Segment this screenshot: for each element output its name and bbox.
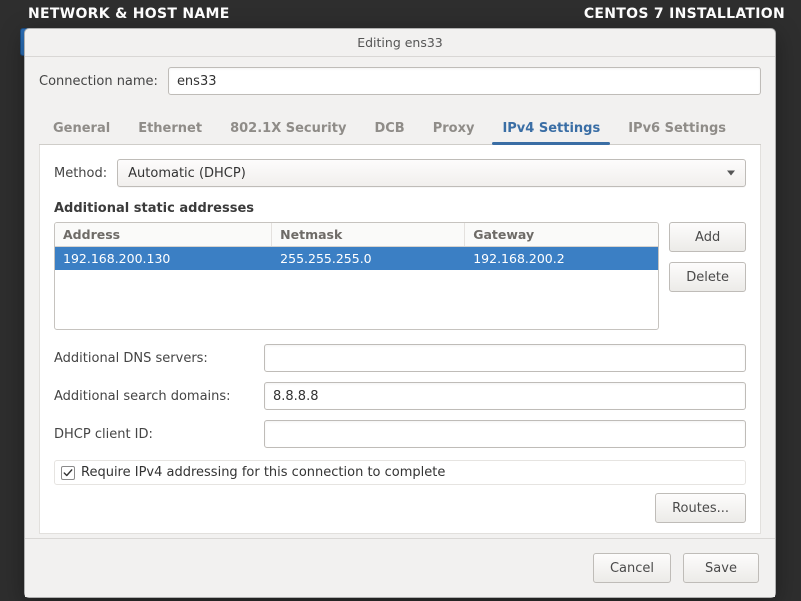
- connection-editor-dialog: Editing ens33 Connection name: General E…: [24, 28, 776, 598]
- td-address: 192.168.200.130: [55, 247, 272, 270]
- additional-fields: Additional DNS servers: Additional searc…: [54, 344, 746, 448]
- tab-ethernet[interactable]: Ethernet: [124, 113, 216, 144]
- dns-label: Additional DNS servers:: [54, 351, 254, 366]
- tab-proxy[interactable]: Proxy: [419, 113, 489, 144]
- addresses-table-wrap: Address Netmask Gateway 192.168.200.130 …: [54, 222, 746, 330]
- th-netmask[interactable]: Netmask: [272, 223, 465, 246]
- require-ipv4-row[interactable]: Require IPv4 addressing for this connect…: [54, 460, 746, 485]
- chevron-down-icon: [727, 171, 735, 176]
- connection-name-row: Connection name:: [39, 67, 761, 95]
- addresses-table-head: Address Netmask Gateway: [55, 223, 658, 247]
- th-gateway[interactable]: Gateway: [465, 223, 658, 246]
- addresses-section-label: Additional static addresses: [54, 201, 746, 216]
- routes-row: Routes...: [54, 493, 746, 523]
- tab-8021x-security[interactable]: 802.1X Security: [216, 113, 360, 144]
- method-combobox[interactable]: Automatic (DHCP): [117, 159, 746, 187]
- search-domains-input[interactable]: [264, 382, 746, 410]
- require-ipv4-checkbox[interactable]: [61, 466, 75, 480]
- routes-button[interactable]: Routes...: [655, 493, 746, 523]
- require-ipv4-label: Require IPv4 addressing for this connect…: [81, 465, 445, 480]
- connection-name-label: Connection name:: [39, 74, 158, 89]
- cancel-button[interactable]: Cancel: [593, 553, 671, 583]
- save-button[interactable]: Save: [683, 553, 759, 583]
- dns-input[interactable]: [264, 344, 746, 372]
- dhcp-client-id-label: DHCP client ID:: [54, 427, 254, 442]
- td-netmask: 255.255.255.0: [272, 247, 465, 270]
- add-button[interactable]: Add: [669, 222, 746, 252]
- tab-ipv6-settings[interactable]: IPv6 Settings: [614, 113, 740, 144]
- addresses-table[interactable]: Address Netmask Gateway 192.168.200.130 …: [54, 222, 659, 330]
- dialog-footer: Cancel Save: [25, 538, 775, 597]
- delete-button[interactable]: Delete: [669, 262, 746, 292]
- method-value: Automatic (DHCP): [128, 166, 246, 181]
- tabs-bar: General Ethernet 802.1X Security DCB Pro…: [39, 113, 761, 145]
- dialog-content: Connection name:: [25, 57, 775, 107]
- tab-dcb[interactable]: DCB: [360, 113, 418, 144]
- dhcp-client-id-input[interactable]: [264, 420, 746, 448]
- th-address[interactable]: Address: [55, 223, 272, 246]
- connection-name-input[interactable]: [168, 67, 761, 95]
- ipv4-panel: Method: Automatic (DHCP) Additional stat…: [39, 145, 761, 534]
- method-row: Method: Automatic (DHCP): [54, 159, 746, 187]
- table-row[interactable]: 192.168.200.130 255.255.255.0 192.168.20…: [55, 247, 658, 270]
- td-gateway: 192.168.200.2: [465, 247, 658, 270]
- tab-ipv4-settings[interactable]: IPv4 Settings: [488, 113, 614, 144]
- tab-general[interactable]: General: [39, 113, 124, 144]
- dialog-title: Editing ens33: [25, 29, 775, 57]
- check-icon: [63, 468, 73, 478]
- method-label: Method:: [54, 166, 107, 181]
- addresses-side-buttons: Add Delete: [669, 222, 746, 292]
- search-domains-label: Additional search domains:: [54, 389, 254, 404]
